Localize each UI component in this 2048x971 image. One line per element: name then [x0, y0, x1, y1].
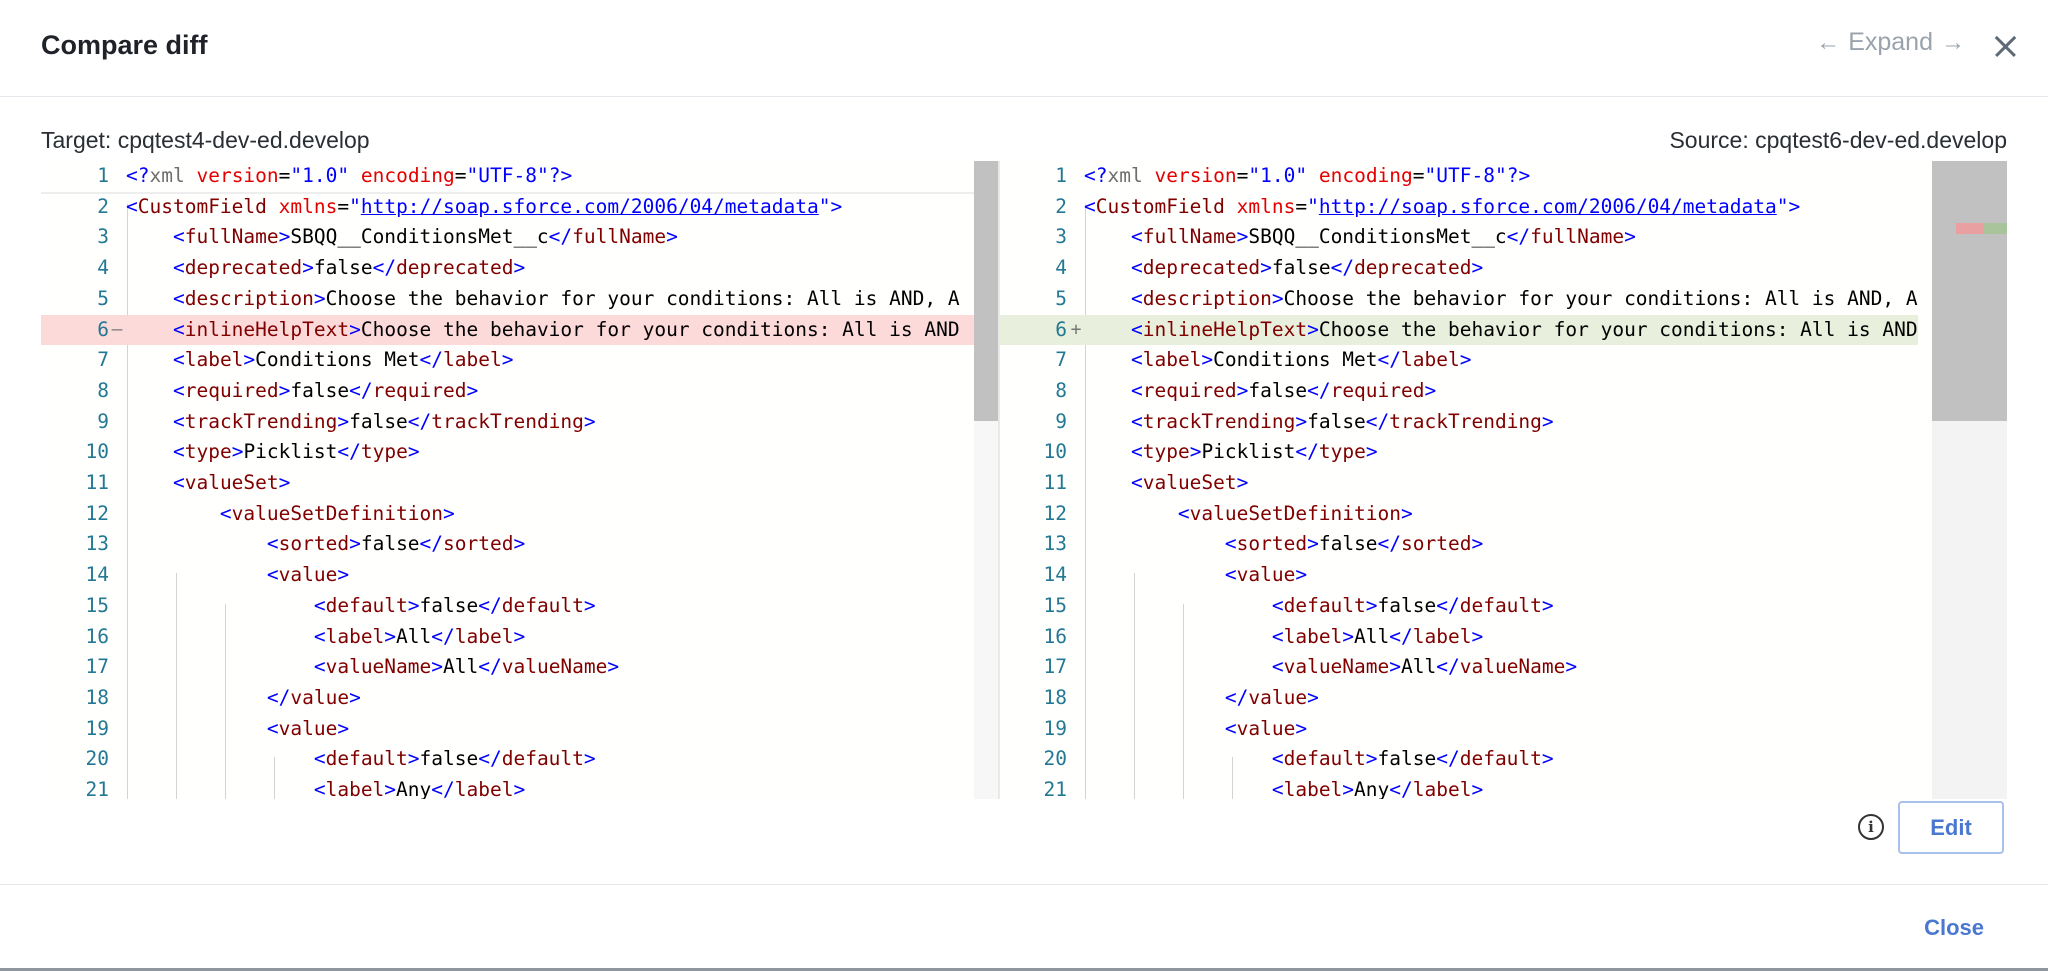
code-line: 4 <deprecated>false</deprecated>	[1055, 256, 1484, 280]
removed-line: 6— <inlineHelpText>Choose the behavior f…	[41, 314, 975, 346]
code-line: 15 <default>false</default>	[85, 593, 596, 617]
dialog-title: Compare diff	[41, 30, 208, 60]
code-line: 4 <deprecated>false</deprecated>	[97, 256, 526, 280]
edit-button[interactable]: Edit	[1898, 801, 2004, 854]
compare-diff-dialog: Compare diff ← Expand → Target: cpqtest4…	[0, 0, 2048, 971]
code-line: 21 <label>Any</label>	[1043, 778, 1484, 799]
code-line: 9 <trackTrending>false</trackTrending>	[97, 409, 596, 433]
arrow-right-icon: →	[1941, 28, 1965, 56]
code-line: 14 <value>	[1043, 563, 1308, 587]
added-line: 6 + <inlineHelpText>Choose the behavior f…	[1000, 314, 1918, 346]
code-line: 5 <description>Choose the behavior for y…	[1055, 286, 1918, 310]
code-line: 11 <valueSet>	[85, 471, 291, 494]
code-line: 9 <trackTrending>false</trackTrending>	[1055, 409, 1554, 433]
code-line: 5 <description>Choose the behavior for y…	[97, 286, 960, 310]
target-scrollbar-thumb[interactable]	[974, 161, 998, 421]
code-line: 17 <valueName>All</valueName>	[1043, 655, 1578, 679]
code-line: 12 <valueSetDefinition>	[85, 501, 455, 525]
code-line: 8 <required>false</required>	[97, 378, 479, 402]
dialog-footer: Close	[0, 884, 2048, 969]
close-button[interactable]: Close	[1924, 915, 1984, 941]
source-scrollbar-thumb[interactable]	[1932, 161, 2007, 421]
code-line: 16 <label>All</label>	[85, 624, 526, 648]
code-line: 10 <type>Picklist</type>	[1043, 440, 1378, 464]
target-label: Target: cpqtest4-dev-ed.develop	[41, 127, 370, 153]
code-line: 11 <valueSet>	[1043, 471, 1249, 494]
added-marker: +	[1070, 318, 1082, 340]
code-line: 17 <valueName>All</valueName>	[85, 655, 620, 679]
code-line: 14 <value>	[85, 563, 350, 587]
code-line: 15 <default>false</default>	[1043, 593, 1554, 617]
code-line: 1 <?xml version="1.0" encoding="UTF-8"?>	[41, 161, 977, 194]
code-line: 8 <required>false</required>	[1055, 378, 1437, 402]
code-line: 16 <label>All</label>	[1043, 624, 1484, 648]
code-line: 7 <label>Conditions Met</label>	[1055, 348, 1472, 372]
code-line: 3 <fullName>SBQQ__ConditionsMet__c</full…	[97, 225, 678, 249]
code-line: 2 <CustomField xmlns="http://soap.sforce.…	[97, 194, 843, 218]
source-label: Source: cpqtest6-dev-ed.develop	[1669, 127, 2007, 153]
code-line: 2 <CustomField xmlns="http://soap.sforce.…	[1055, 194, 1801, 218]
target-editor[interactable]: 1 <?xml version="1.0" encoding="UTF-8"?> …	[41, 161, 998, 799]
code-line: 7 <label>Conditions Met</label>	[97, 348, 514, 372]
code-line: 3 <fullName>SBQQ__ConditionsMet__c</full…	[1055, 225, 1636, 249]
code-line: 13 <sorted>false</sorted>	[1043, 532, 1484, 556]
code-line: 13 <sorted>false</sorted>	[85, 532, 526, 556]
code-line: 10 <type>Picklist</type>	[85, 440, 420, 464]
expand-button[interactable]: ← Expand →	[1816, 28, 1965, 57]
code-line: 20 <default>false</default>	[85, 747, 596, 771]
info-icon[interactable]: i	[1858, 814, 1884, 840]
removed-marker: —	[111, 318, 123, 340]
close-icon[interactable]	[1984, 24, 2028, 68]
code-line: 19 <value>	[85, 716, 350, 740]
added-overview-marker	[1983, 223, 2007, 234]
dialog-header: Compare diff ← Expand →	[0, 0, 2048, 97]
arrow-left-icon: ←	[1816, 28, 1841, 56]
code-line: 20 <default>false</default>	[1043, 747, 1554, 771]
code-line: 21 <label>Any</label>	[85, 778, 526, 799]
code-line: 1 <?xml version="1.0" encoding="UTF-8"?>	[1055, 164, 1531, 187]
code-line: 18 </value>	[85, 685, 361, 709]
source-editor[interactable]: 1 <?xml version="1.0" encoding="UTF-8"?> …	[1000, 161, 1966, 799]
removed-overview-marker	[1956, 223, 1983, 234]
expand-label: Expand	[1848, 28, 1933, 56]
code-line: 19 <value>	[1043, 716, 1308, 740]
code-line: 12 <valueSetDefinition>	[1043, 501, 1413, 525]
code-line: 18 </value>	[1043, 685, 1319, 709]
